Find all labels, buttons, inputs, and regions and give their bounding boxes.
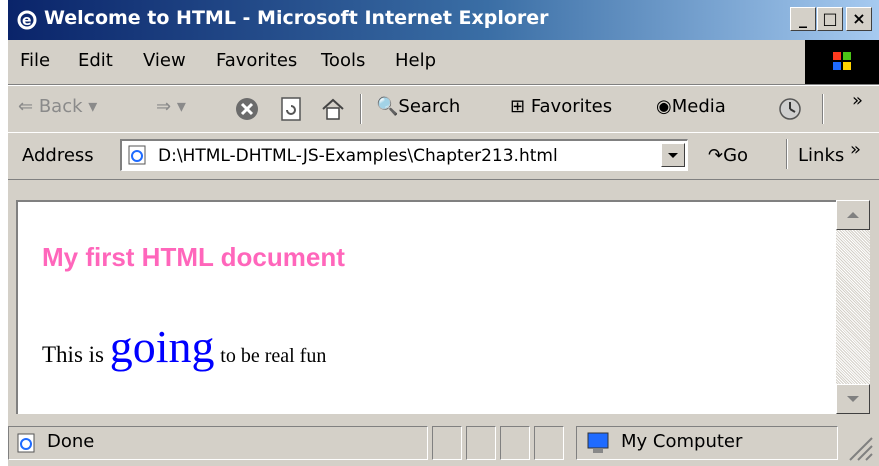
scroll-up-button[interactable] (836, 200, 870, 230)
minimize-button[interactable]: _ (790, 7, 816, 31)
toolbar-more-button[interactable]: » (852, 90, 863, 111)
close-button[interactable]: × (846, 7, 872, 31)
title-bar[interactable]: e Welcome to HTML - Microsoft Internet E… (8, 0, 879, 40)
computer-icon (587, 432, 609, 453)
menu-help[interactable]: Help (395, 50, 436, 71)
window-title: Welcome to HTML - Microsoft Internet Exp… (44, 7, 549, 29)
favorites-button[interactable]: ⊞ Favorites (510, 96, 612, 117)
ie-logo-icon: e (17, 10, 37, 30)
status-panel (432, 426, 462, 460)
text-emphasis: going (109, 321, 215, 372)
ie-page-icon (17, 433, 35, 453)
toolbar-separator (822, 94, 824, 124)
go-button[interactable]: ↷Go (708, 145, 748, 166)
refresh-icon[interactable] (278, 96, 304, 122)
page-content: My first HTML document This is going to … (16, 200, 836, 414)
status-panel (466, 426, 496, 460)
status-text-panel: Done (8, 426, 428, 460)
go-arrow-icon: ↷ (708, 145, 724, 166)
address-dropdown-button[interactable] (661, 143, 685, 167)
zone-panel: My Computer (576, 426, 838, 460)
media-button[interactable]: ◉Media (656, 96, 726, 117)
menu-bar: File Edit View Favorites Tools Help (8, 40, 879, 85)
menu-favorites[interactable]: Favorites (216, 50, 297, 71)
forward-button[interactable]: ⇒ ▾ (156, 96, 186, 117)
media-label: Media (671, 96, 726, 117)
media-icon: ◉ (656, 96, 672, 117)
forward-arrow-icon: ⇒ (156, 96, 172, 117)
links-more-icon: » (849, 139, 861, 160)
page-heading: My first HTML document (42, 242, 345, 272)
address-bar: Address D:\HTML-DHTML-JS-Examples\Chapte… (8, 132, 879, 180)
status-text: Done (47, 431, 95, 452)
menu-tools[interactable]: Tools (321, 50, 365, 71)
windows-logo-icon (805, 40, 879, 84)
search-label: Search (398, 96, 461, 117)
vertical-scrollbar[interactable] (836, 200, 870, 414)
home-icon[interactable] (320, 96, 346, 122)
page-icon (128, 145, 146, 165)
toolbar-separator (360, 94, 362, 124)
menu-file[interactable]: File (20, 50, 50, 71)
maximize-button[interactable]: □ (817, 7, 843, 31)
status-panel (500, 426, 530, 460)
address-label: Address (22, 145, 94, 166)
search-button[interactable]: 🔍Search (376, 96, 460, 117)
body-paragraph: This is going to be real fun (42, 320, 326, 373)
text-after: to be real fun (220, 345, 327, 367)
back-label: Back (38, 96, 83, 117)
back-button[interactable]: ⇐ Back ▾ (18, 96, 97, 117)
search-icon: 🔍 (376, 96, 399, 117)
address-input[interactable]: D:\HTML-DHTML-JS-Examples\Chapter213.htm… (120, 139, 688, 171)
browser-window: e Welcome to HTML - Microsoft Internet E… (8, 0, 879, 466)
stop-icon[interactable] (234, 96, 260, 122)
links-label: Links (798, 145, 845, 166)
favorites-icon: ⊞ (510, 96, 526, 117)
text-before: This is (42, 342, 104, 367)
back-dropdown-icon[interactable]: ▾ (88, 96, 97, 117)
address-separator (786, 139, 788, 169)
favorites-label: Favorites (530, 96, 613, 117)
svg-text:e: e (22, 13, 32, 29)
status-panel (534, 426, 564, 460)
status-bar: Done My Computer (8, 420, 879, 466)
back-arrow-icon: ⇐ (18, 96, 34, 117)
forward-dropdown-icon[interactable]: ▾ (177, 96, 186, 117)
standard-toolbar: ⇐ Back ▾ ⇒ ▾ 🔍Search ⊞ Favorites ◉Media … (8, 85, 879, 133)
zone-text: My Computer (621, 431, 743, 452)
chevron-down-icon (668, 153, 678, 158)
arrow-down-icon (847, 396, 859, 402)
go-label: Go (723, 145, 749, 166)
address-value: D:\HTML-DHTML-JS-Examples\Chapter213.htm… (158, 146, 558, 166)
scroll-down-button[interactable] (836, 384, 870, 414)
resize-grip-icon[interactable] (846, 434, 874, 462)
menu-view[interactable]: View (143, 50, 186, 71)
menu-edit[interactable]: Edit (78, 50, 113, 71)
arrow-up-icon (847, 212, 859, 218)
links-button[interactable]: Links » (798, 139, 861, 166)
history-icon[interactable] (776, 96, 804, 122)
